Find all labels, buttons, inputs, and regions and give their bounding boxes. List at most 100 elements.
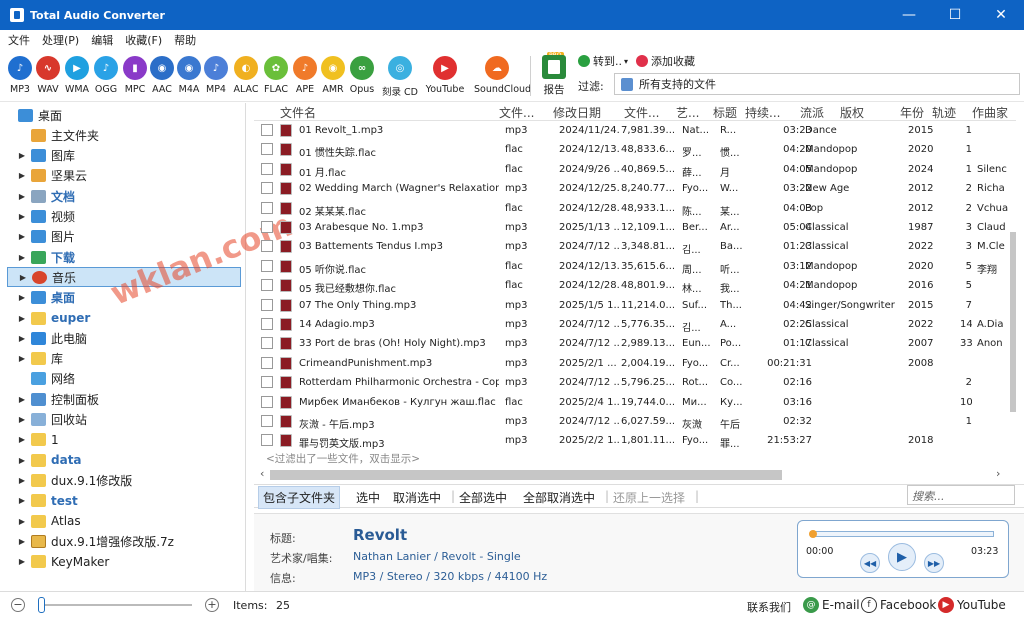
file-row[interactable]: 14 Adagio.mp3 mp3 2024/7/12 ... 5,776.35...… <box>254 315 1016 334</box>
file-row[interactable]: 02 某某某.flac flac 2024/12/28...48,933.1... 陈… <box>254 199 1016 218</box>
file-row[interactable]: 05 我已经敷想你.flac flac 2024/12/28...48,801.9.… <box>254 276 1016 295</box>
expand-arrow-icon[interactable]: ▶ <box>17 253 27 262</box>
rewind-button[interactable]: ◀◀ <box>860 553 880 573</box>
row-checkbox[interactable] <box>261 182 273 195</box>
close-button[interactable]: ✕ <box>978 0 1024 30</box>
file-row[interactable]: 03 Arabesque No. 1.mp3 mp3 2025/1/13 ... 12… <box>254 218 1016 237</box>
col-artist[interactable]: 艺... <box>676 104 706 121</box>
zoom-slider[interactable] <box>38 604 192 606</box>
minimize-button[interactable]: — <box>886 0 932 30</box>
search-input[interactable]: 搜索... <box>907 485 1015 505</box>
row-checkbox[interactable] <box>261 240 273 253</box>
tree-item-home[interactable]: 主文件夹 <box>0 125 244 145</box>
tree-item-folder[interactable]: ▶ dux.9.1修改版 <box>0 470 244 490</box>
col-title[interactable]: 标题 <box>713 104 737 121</box>
row-checkbox[interactable] <box>261 376 273 389</box>
tree-item-nut-cloud[interactable]: ▶ 坚果云 <box>0 166 244 186</box>
file-row[interactable]: 01 Revolt_1.mp3 mp3 2024/11/24...7,981.39.… <box>254 121 1016 140</box>
include-subfolders-button[interactable]: 包含子文件夹 <box>258 486 341 509</box>
file-row[interactable]: 33 Port de bras (Oh! Holy Night).mp3 mp3 2… <box>254 334 1016 353</box>
file-row[interactable]: 02 Wedding March (Wagner's Relaxation M.… <box>254 179 1016 198</box>
youtube-link[interactable]: ▶ YouTube <box>938 597 1006 613</box>
file-row[interactable]: 01 月.flac flac 2024/9/26 ... 40,869.5... 薛..… <box>254 160 1016 179</box>
tree-item-video[interactable]: ▶ 视频 <box>0 207 244 227</box>
tree-item-folder[interactable]: ▶ Atlas <box>0 511 244 531</box>
seek-bar[interactable] <box>810 531 994 537</box>
vertical-scrollbar[interactable] <box>1010 232 1016 412</box>
expand-arrow-icon[interactable]: ▶ <box>17 334 27 343</box>
expand-arrow-icon[interactable]: ▶ <box>17 151 27 160</box>
contact-us-link[interactable]: 联系我们 <box>747 599 791 615</box>
expand-arrow-icon[interactable]: ▶ <box>17 517 27 526</box>
expand-arrow-icon[interactable]: ▶ <box>17 456 27 465</box>
file-row[interactable]: Rotterdam Philharmonic Orchestra - Coppe… <box>254 373 1016 392</box>
col-duration[interactable]: 持续... <box>745 104 787 121</box>
expand-arrow-icon[interactable]: ▶ <box>17 232 27 241</box>
row-checkbox[interactable] <box>261 259 273 272</box>
expand-arrow-icon[interactable]: ▶ <box>17 293 27 302</box>
deselect-button[interactable]: 取消选中 <box>393 489 441 506</box>
tree-item-folder[interactable]: ▶ 1 <box>0 430 244 450</box>
file-row[interactable]: CrimeandPunishment.mp3 mp3 2025/2/1 ... 2,0… <box>254 354 1016 373</box>
col-filename[interactable]: 文件名 <box>280 104 316 121</box>
format-button-刻录-cd[interactable]: ◎ 刻录 CD <box>382 56 418 98</box>
row-checkbox[interactable] <box>261 201 273 214</box>
facebook-link[interactable]: f Facebook <box>861 597 936 613</box>
zoom-slider-knob[interactable] <box>38 597 45 613</box>
expand-arrow-icon[interactable]: ▶ <box>17 212 27 221</box>
report-button[interactable]: PRO 报告 <box>539 52 569 98</box>
menu-help[interactable]: 帮助 <box>174 32 196 48</box>
col-modified[interactable]: 修改日期 <box>553 104 601 121</box>
horizontal-scrollbar[interactable]: ‹ › <box>260 467 1016 481</box>
file-row[interactable]: 03 Battements Tendus I.mp3 mp3 2024/7/12 .… <box>254 237 1016 256</box>
row-checkbox[interactable] <box>261 279 273 292</box>
col-year[interactable]: 年份 <box>900 104 924 121</box>
file-row[interactable]: 罪与罚英文版.mp3 mp3 2025/2/2 1... 1,801.11... Fyo… <box>254 431 1016 450</box>
scrollbar-thumb[interactable] <box>270 470 782 480</box>
file-row[interactable]: 01 惯性失踪.flac flac 2024/12/13...48,833.6...… <box>254 140 1016 159</box>
file-row[interactable]: 07 The Only Thing.mp3 mp3 2025/1/5 1... 11,… <box>254 296 1016 315</box>
convert-to-button[interactable]: 转到.. ▾ <box>578 53 628 69</box>
expand-arrow-icon[interactable]: ▶ <box>17 537 27 546</box>
tree-item-zip[interactable]: ▶ dux.9.1增强修改版.7z <box>0 531 244 551</box>
col-track[interactable]: 轨迹 <box>932 104 956 121</box>
tree-item-library[interactable]: ▶ 库 <box>0 349 244 369</box>
tree-item-recycle-bin[interactable]: ▶ 回收站 <box>0 410 244 430</box>
row-checkbox[interactable] <box>261 415 273 427</box>
maximize-button[interactable]: ☐ <box>932 0 978 30</box>
row-checkbox[interactable] <box>261 124 273 136</box>
expand-arrow-icon[interactable]: ▶ <box>17 415 27 424</box>
row-checkbox[interactable] <box>261 434 273 447</box>
expand-arrow-icon[interactable]: ▶ <box>17 395 27 404</box>
forward-button[interactable]: ▶▶ <box>924 553 944 573</box>
row-checkbox[interactable] <box>261 356 273 369</box>
format-button-youtube[interactable]: ▶ YouTube <box>426 56 464 95</box>
tree-item-documents[interactable]: ▶ 文档 <box>0 186 244 206</box>
deselect-all-button[interactable]: 全部取消选中 <box>523 489 595 506</box>
menu-favorites[interactable]: 收藏(F) <box>125 32 162 48</box>
menu-edit[interactable]: 编辑 <box>91 32 113 48</box>
expand-arrow-icon[interactable]: ▶ <box>17 314 27 323</box>
select-all-button[interactable]: 全部选中 <box>459 489 507 506</box>
tree-item-folder[interactable]: ▶ test <box>0 491 244 511</box>
tree-item-gallery[interactable]: ▶ 图库 <box>0 146 244 166</box>
row-checkbox[interactable] <box>261 395 273 408</box>
scroll-left-icon[interactable]: ‹ <box>260 467 264 480</box>
expand-arrow-icon[interactable]: ▶ <box>17 354 27 363</box>
row-checkbox[interactable] <box>261 162 273 175</box>
col-filesize[interactable]: 文件... <box>624 104 666 121</box>
zoom-in-icon[interactable]: + <box>205 598 219 612</box>
col-composer[interactable]: 作曲家 <box>972 104 1016 121</box>
file-row[interactable]: 灰溦 - 午后.mp3 mp3 2024/7/12 ... 6,027.59... 灰溦… <box>254 412 1016 431</box>
menu-process[interactable]: 处理(P) <box>42 32 79 48</box>
expand-arrow-icon[interactable]: ▶ <box>17 557 27 566</box>
tree-item-folder[interactable]: ▶ data <box>0 450 244 470</box>
col-filetype[interactable]: 文件... <box>499 104 541 121</box>
tree-item-folder[interactable]: ▶ KeyMaker <box>0 552 244 572</box>
tree-item-desktop[interactable]: 桌面 <box>0 105 244 125</box>
tree-item-network[interactable]: 网络 <box>0 369 244 389</box>
row-checkbox[interactable] <box>261 318 273 330</box>
col-copyright[interactable]: 版权 <box>840 104 864 121</box>
expand-arrow-icon[interactable]: ▶ <box>17 435 27 444</box>
tree-item-control-panel[interactable]: ▶ 控制面板 <box>0 389 244 409</box>
